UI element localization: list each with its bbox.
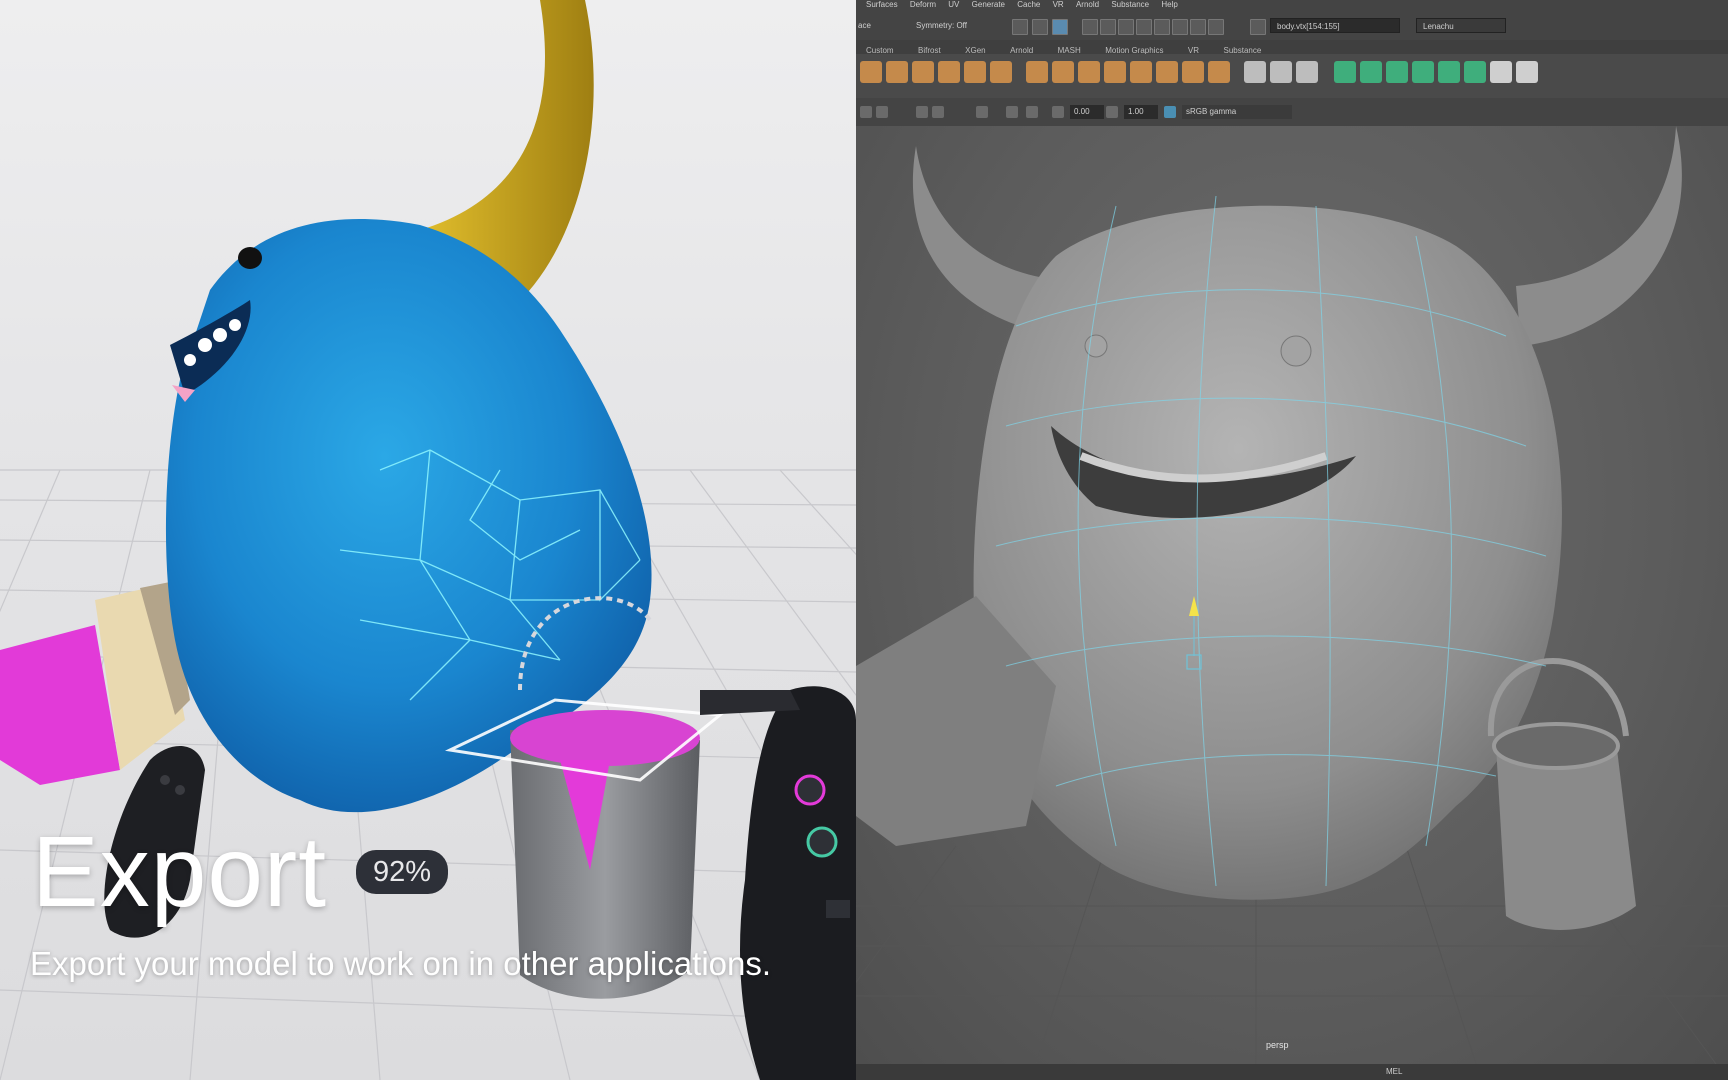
color-management-icon[interactable] (1164, 106, 1176, 118)
shelf-tool-icon-5[interactable] (964, 61, 986, 83)
shelf-tool-icon-19[interactable] (1360, 61, 1382, 83)
workspace-label[interactable]: ace (858, 21, 871, 30)
paint-select-icon[interactable] (1052, 19, 1068, 35)
export-progress-badge: 92% (356, 850, 448, 894)
maya-scene (856, 126, 1728, 1065)
viewport-isolate-icon[interactable] (976, 106, 988, 118)
color-space-dropdown[interactable]: sRGB gamma (1182, 105, 1292, 119)
menu-deform[interactable]: Deform (910, 0, 936, 10)
shelf-tool-icon-24[interactable] (1490, 61, 1512, 83)
vr-controller-right (700, 686, 856, 1080)
shelf-tool-icon-22[interactable] (1438, 61, 1460, 83)
status-line: ace Symmetry: Off body.vtx[154:155] Lena… (856, 12, 1728, 41)
shelf-toolbar (856, 54, 1728, 99)
viewport-select-camera-icon[interactable] (860, 106, 872, 118)
shelf-tool-icon-6[interactable] (990, 61, 1012, 83)
export-description: Export your model to work on in other ap… (30, 945, 772, 982)
viewport-shading-icon[interactable] (916, 106, 928, 118)
export-title: Export (32, 816, 328, 928)
viewport-gamma-icon[interactable] (1106, 106, 1118, 118)
shelf-tool-icon-9[interactable] (1078, 61, 1100, 83)
viewport-grid-icon[interactable] (1006, 106, 1018, 118)
exposure-field[interactable]: 0.00 (1070, 105, 1104, 119)
menu-cache[interactable]: Cache (1017, 0, 1040, 10)
user-account-dropdown[interactable]: Lenachu (1416, 18, 1506, 33)
shelf-tool-icon-20[interactable] (1386, 61, 1408, 83)
shelf-tool-icon-7[interactable] (1026, 61, 1048, 83)
selection-field[interactable]: body.vtx[154:155] (1270, 18, 1400, 33)
ipr-icon[interactable] (1172, 19, 1188, 35)
command-line-bar[interactable] (856, 1064, 1728, 1080)
lasso-icon[interactable] (1032, 19, 1048, 35)
menu-bar: Surfaces Deform UV Generate Cache VR Arn… (856, 0, 1728, 12)
select-icon[interactable] (1012, 19, 1028, 35)
viewport-hud-icon[interactable] (1026, 106, 1038, 118)
shelf-tool-icon-1[interactable] (860, 61, 882, 83)
menu-arnold[interactable]: Arnold (1076, 0, 1099, 10)
menu-generate[interactable]: Generate (972, 0, 1005, 10)
shelf-tool-icon-18[interactable] (1334, 61, 1356, 83)
render-settings-icon[interactable] (1190, 19, 1206, 35)
shelf-tool-icon-4[interactable] (938, 61, 960, 83)
viewport-exposure-icon[interactable] (1052, 106, 1064, 118)
viewport-lighting-icon[interactable] (876, 106, 888, 118)
gamma-field[interactable]: 1.00 (1124, 105, 1158, 119)
mel-label[interactable]: MEL (1386, 1067, 1402, 1076)
snap-view-icon[interactable] (1136, 19, 1152, 35)
shelf-tool-icon-15[interactable] (1244, 61, 1266, 83)
shelf-tool-icon-11[interactable] (1130, 61, 1152, 83)
menu-help[interactable]: Help (1161, 0, 1177, 10)
menu-uv[interactable]: UV (948, 0, 959, 10)
menu-surfaces[interactable]: Surfaces (866, 0, 898, 10)
viewport-texture-icon[interactable] (932, 106, 944, 118)
input-line-icon[interactable] (1250, 19, 1266, 35)
symmetry-dropdown[interactable]: Symmetry: Off (916, 21, 967, 30)
gray-character-body (973, 205, 1562, 900)
menu-substance[interactable]: Substance (1111, 0, 1149, 10)
snap-point-icon[interactable] (1118, 19, 1134, 35)
hypershade-icon[interactable] (1208, 19, 1224, 35)
shelf-tool-icon-12[interactable] (1156, 61, 1178, 83)
viewport-toolbar: 0.00 1.00 sRGB gamma (856, 98, 1728, 127)
shelf-tool-icon-16[interactable] (1270, 61, 1292, 83)
shelf-tool-icon-14[interactable] (1208, 61, 1230, 83)
maya-window: Surfaces Deform UV Generate Cache VR Arn… (856, 0, 1728, 1080)
shelf-tool-icon-2[interactable] (886, 61, 908, 83)
shelf-tool-icon-13[interactable] (1182, 61, 1204, 83)
shelf-tabs: Custom Bifrost XGen Arnold MASH Motion G… (856, 40, 1728, 55)
menu-vr[interactable]: VR (1053, 0, 1064, 10)
camera-label: persp (1266, 1040, 1289, 1050)
shelf-tool-icon-17[interactable] (1296, 61, 1318, 83)
shelf-tool-icon-8[interactable] (1052, 61, 1074, 83)
shelf-tool-icon-10[interactable] (1104, 61, 1126, 83)
render-icon[interactable] (1154, 19, 1170, 35)
shelf-tool-icon-25[interactable] (1516, 61, 1538, 83)
snap-curve-icon[interactable] (1100, 19, 1116, 35)
snap-grid-icon[interactable] (1082, 19, 1098, 35)
shelf-tool-icon-21[interactable] (1412, 61, 1434, 83)
shelf-tool-icon-3[interactable] (912, 61, 934, 83)
shelf-tool-icon-23[interactable] (1464, 61, 1486, 83)
3d-viewport[interactable] (856, 126, 1728, 1065)
vr-export-panel: Export 92% Export your model to work on … (0, 0, 856, 1080)
